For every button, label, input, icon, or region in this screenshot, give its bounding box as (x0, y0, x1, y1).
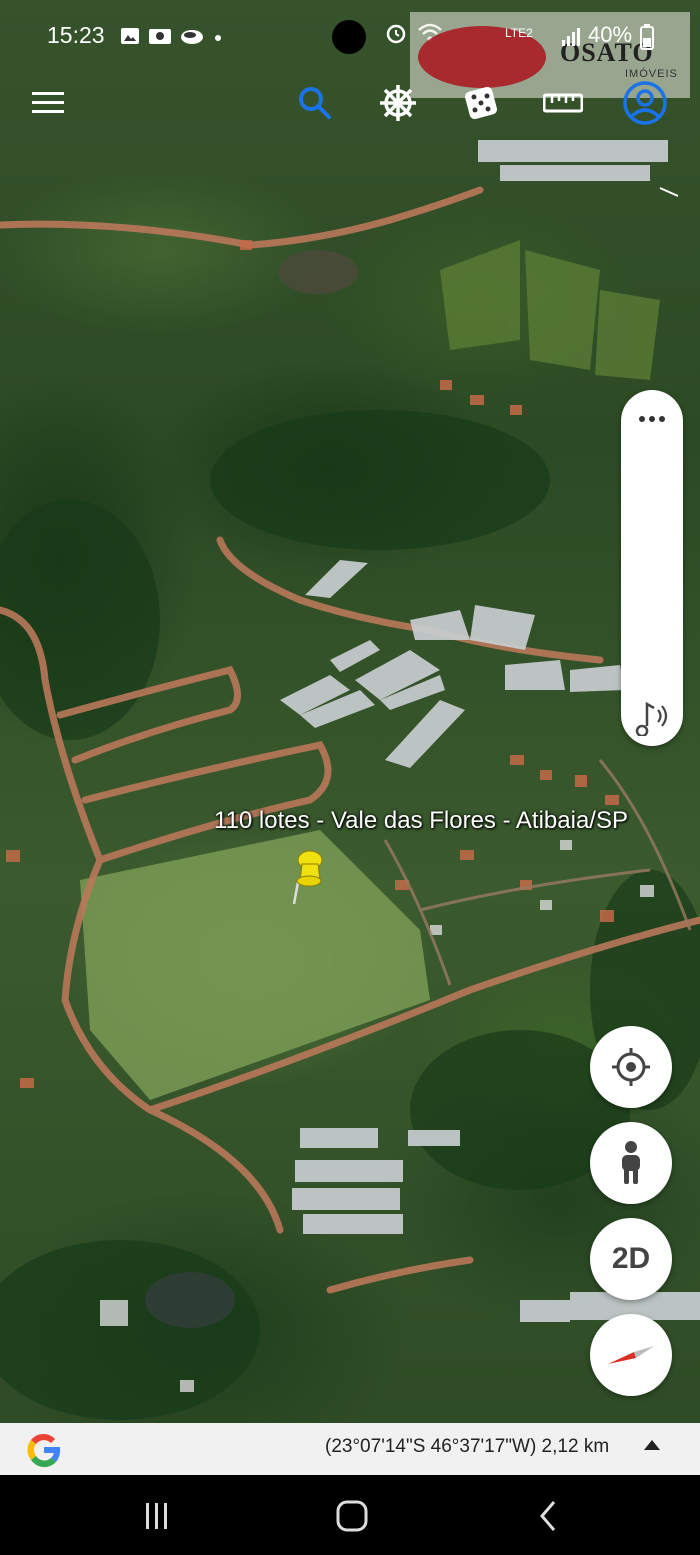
pegman-icon (622, 1141, 640, 1184)
google-logo (24, 1430, 64, 1470)
compass-icon (608, 1346, 654, 1364)
back-icon (540, 1501, 556, 1531)
search-button[interactable] (292, 80, 338, 126)
voyager-wheel-icon (380, 85, 416, 121)
info-bar: (23°07'14"S 46°37'17"W) 2,12 km (0, 1423, 700, 1475)
voyager-button[interactable] (375, 80, 421, 126)
camera-cutout (332, 20, 366, 54)
toolbar (0, 72, 700, 134)
recents-icon (146, 1503, 167, 1529)
signal-icon (562, 28, 580, 46)
search-icon (299, 87, 331, 119)
cloud-icon (181, 30, 203, 44)
network-type: LTE2 (505, 26, 533, 40)
pointer-mark (659, 187, 679, 197)
google-g-icon (27, 1433, 61, 1468)
view-mode-button[interactable]: 2D (590, 1218, 672, 1300)
audio-tour-icon (635, 701, 668, 738)
more-dot (659, 416, 665, 422)
placemark-pin[interactable] (284, 846, 328, 912)
account-button[interactable] (622, 80, 668, 126)
gallery-icon (121, 28, 139, 44)
audio-tour-button[interactable] (632, 696, 672, 738)
expand-caret-icon[interactable] (644, 1440, 660, 1450)
android-nav-bar (0, 1475, 700, 1555)
more-dots-icon (639, 416, 645, 422)
placemark-label[interactable]: 110 lotes - Vale das Flores - Atibaia/SP (214, 807, 628, 835)
measure-button[interactable] (540, 80, 586, 126)
coordinates-readout: (23°07'14"S 46°37'17"W) 2,12 km (325, 1436, 610, 1457)
pushpin-icon (292, 850, 323, 905)
home-button[interactable] (327, 1493, 377, 1539)
dot-icon (215, 35, 221, 41)
back-button[interactable] (523, 1493, 573, 1539)
dice-icon (464, 86, 498, 120)
menu-button[interactable] (25, 80, 71, 126)
street-view-button[interactable] (590, 1122, 672, 1204)
my-location-icon (612, 1048, 650, 1086)
menu-icon (32, 92, 64, 113)
more-options-button[interactable] (633, 404, 671, 434)
ruler-icon (543, 93, 583, 113)
compass-button[interactable] (590, 1314, 672, 1396)
side-panel (621, 390, 683, 746)
alarm-icon (386, 24, 406, 44)
random-button[interactable] (458, 80, 504, 126)
home-icon (336, 1500, 368, 1532)
more-dot (649, 416, 655, 422)
photo-icon (149, 29, 171, 44)
recents-button[interactable] (132, 1493, 182, 1539)
battery-percent: 40% (588, 22, 633, 47)
account-icon (623, 81, 667, 125)
status-time: 15:23 (47, 22, 105, 48)
my-location-button[interactable] (590, 1026, 672, 1108)
battery-icon (640, 24, 654, 50)
view-mode-label: 2D (611, 1242, 651, 1275)
